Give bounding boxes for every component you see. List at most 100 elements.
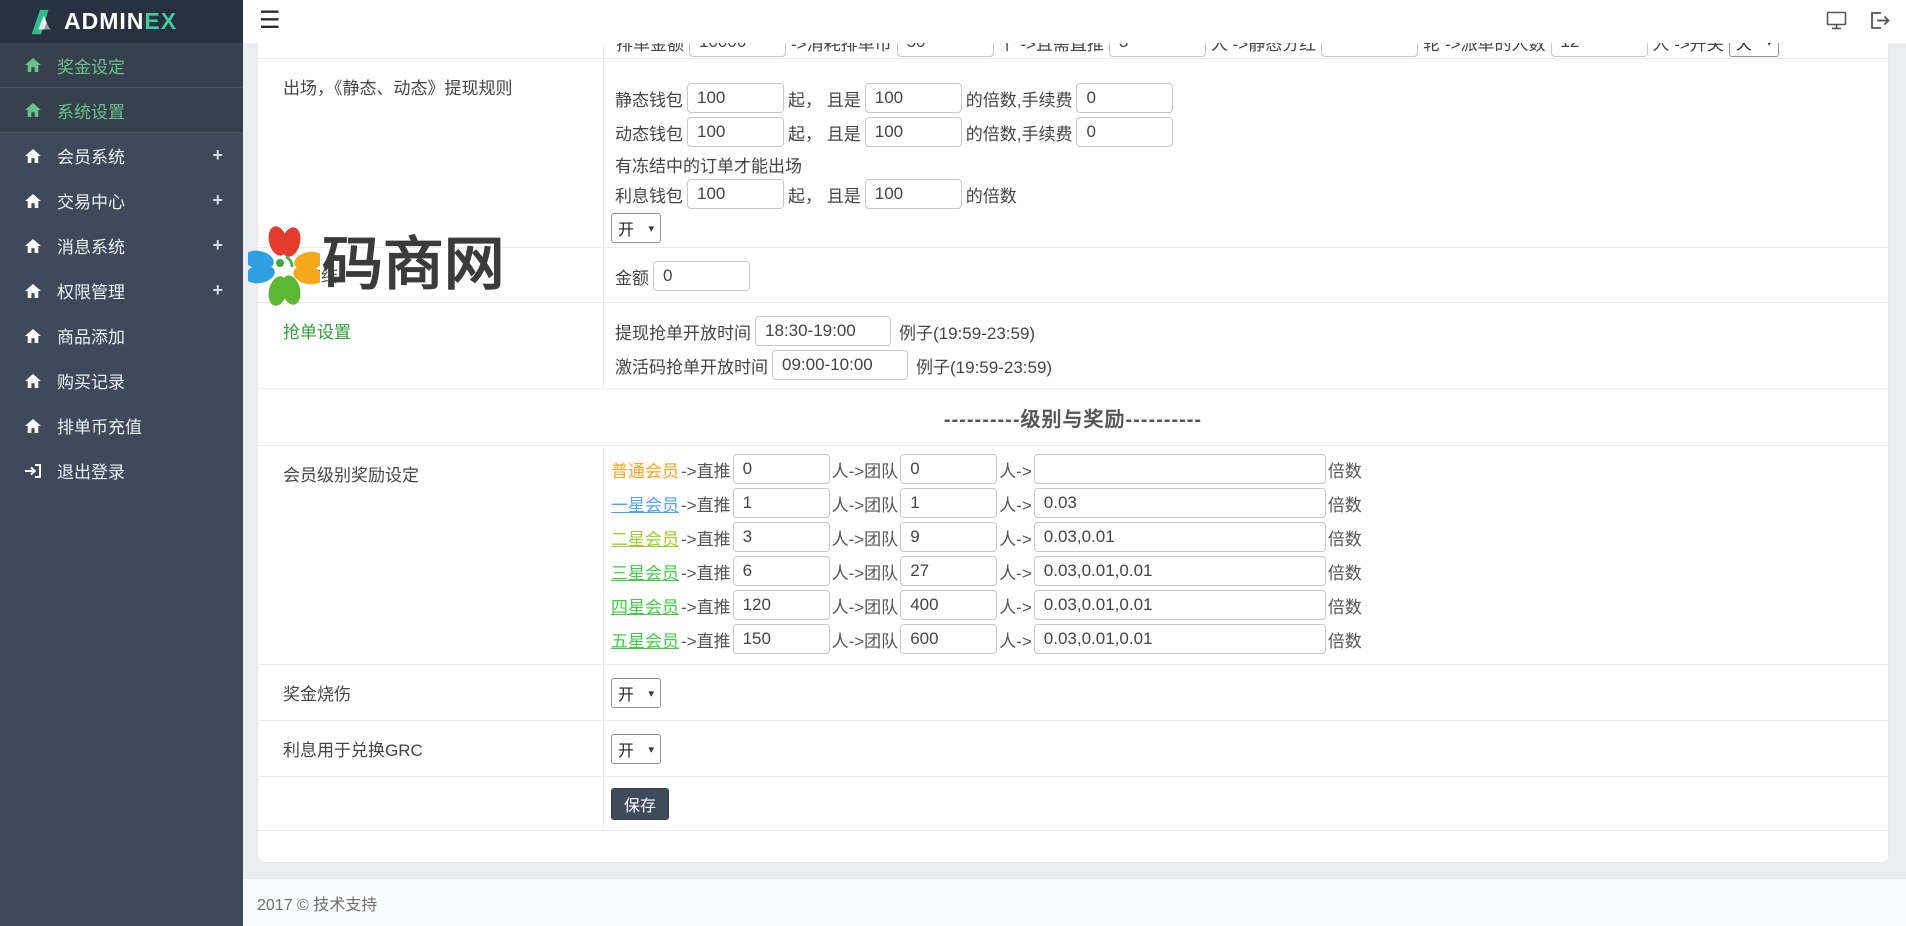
sidebar-item-label: 交易中心	[57, 193, 125, 212]
desktop-icon[interactable]	[1826, 11, 1847, 30]
dynamic-wallet-fee-input[interactable]	[1076, 117, 1174, 147]
field-label: 人->团队	[831, 495, 899, 515]
field-label: 倍数	[1327, 597, 1362, 617]
sidebar-menu: 奖金设定 系统设置 会员系统 + 交易中心 + 消息系统 + 权限管理 + 商品…	[0, 43, 243, 493]
interest-wallet-line: 利息钱包 起， 且是 的倍数	[611, 179, 1888, 209]
field-label: ->直推	[681, 529, 731, 549]
level-name: 二星会员	[611, 529, 679, 549]
level-direct-input[interactable]	[732, 556, 830, 586]
home-icon	[25, 103, 41, 117]
sidebar-item-permission-mgmt[interactable]: 权限管理 +	[0, 268, 243, 313]
field-label: 的倍数	[965, 186, 1017, 206]
field-label: 倍数	[1327, 461, 1362, 481]
sidebar-item-label: 会员系统	[57, 148, 125, 167]
chevron-down-icon: ▾	[648, 222, 654, 235]
field-label: 人->团队	[831, 461, 899, 481]
sidebar-item-system-settings[interactable]: 系统设置	[0, 88, 243, 133]
level-multiplier-input[interactable]	[1033, 454, 1326, 484]
field-label: 起， 且是	[788, 186, 861, 206]
bonus-burn-select[interactable]: 开 ▾	[611, 678, 661, 708]
sidebar-item-member-system[interactable]: 会员系统 +	[0, 133, 243, 178]
field-label: 静态钱包	[615, 90, 683, 110]
time-format-hint: 例子(19:59-23:59)	[899, 323, 1036, 343]
level-name: 一星会员	[611, 495, 679, 515]
row-interest-grc: 利息用于兑换GRC 开 ▾	[258, 720, 1888, 776]
level-row: 一星会员 ->直推 人->团队 人-> 倍数	[611, 488, 1888, 518]
sign-out-icon[interactable]	[1869, 11, 1890, 30]
dynamic-wallet-min-input[interactable]	[687, 117, 784, 147]
row-section-heading: ----------级别与奖励----------	[258, 388, 1888, 445]
activation-grab-time-input[interactable]	[772, 350, 908, 380]
field-label: 动态钱包	[615, 124, 683, 144]
field-label: 人->	[999, 461, 1032, 481]
sidebar-item-queue-coin-recharge[interactable]: 排单币充值	[0, 403, 243, 448]
sidebar-item-label: 购买记录	[57, 373, 125, 392]
sidebar: ADMINEX 奖金设定 系统设置 会员系统 + 交易中心 + 消息系统 + 权…	[0, 0, 243, 926]
row-label: 抢单设置	[258, 303, 604, 388]
level-team-input[interactable]	[900, 454, 998, 484]
row-label-cell: 冻结	[258, 248, 604, 302]
sidebar-item-trade-center[interactable]: 交易中心 +	[0, 178, 243, 223]
row-label: 出场，《静态、动态》提现规则	[258, 59, 604, 247]
hamburger-menu-icon[interactable]: ☰	[259, 7, 281, 35]
level-multiplier-input[interactable]	[1033, 624, 1326, 654]
level-row: 三星会员 ->直推 人->团队 人-> 倍数	[611, 556, 1888, 586]
sidebar-item-add-product[interactable]: 商品添加	[0, 313, 243, 358]
level-team-input[interactable]	[900, 590, 998, 620]
sidebar-item-purchase-records[interactable]: 购买记录	[0, 358, 243, 403]
static-wallet-fee-input[interactable]	[1076, 83, 1174, 113]
level-row: 普通会员 ->直推 人->团队 人-> 倍数	[611, 454, 1888, 484]
static-wallet-line: 静态钱包 起， 且是 的倍数,手续费	[611, 83, 1888, 113]
save-button[interactable]: 保存	[611, 788, 670, 820]
sidebar-item-label: 权限管理	[57, 283, 125, 302]
card-bottom-spacer	[258, 830, 1888, 863]
level-direct-input[interactable]	[732, 590, 830, 620]
app-logo: ADMINEX	[0, 0, 243, 43]
level-multiplier-input[interactable]	[1033, 590, 1326, 620]
static-wallet-min-input[interactable]	[687, 83, 784, 113]
level-direct-input[interactable]	[732, 488, 830, 518]
sidebar-item-bonus-settings[interactable]: 奖金设定	[0, 43, 243, 88]
dynamic-wallet-multiple-input[interactable]	[864, 117, 962, 147]
topbar: ☰	[243, 0, 1906, 43]
field-label: 人->	[999, 495, 1032, 515]
withdraw-grab-time-input[interactable]	[755, 316, 891, 346]
withdraw-grab-time-line: 提现抢单开放时间 例子(19:59-23:59)	[611, 316, 1888, 346]
amount-input[interactable]	[653, 261, 750, 291]
expand-plus-icon: +	[212, 235, 223, 255]
sidebar-item-message-system[interactable]: 消息系统 +	[0, 223, 243, 268]
level-direct-input[interactable]	[732, 522, 830, 552]
expand-plus-icon: +	[212, 190, 223, 210]
field-label: 起， 且是	[788, 124, 861, 144]
level-multiplier-input[interactable]	[1033, 488, 1326, 518]
level-name: 三星会员	[611, 563, 679, 583]
interest-wallet-min-input[interactable]	[687, 179, 784, 209]
sign-out-icon	[25, 463, 41, 478]
level-team-input[interactable]	[900, 522, 998, 552]
footer-copyright: 2017 © 技术支持	[257, 896, 378, 914]
static-wallet-multiple-input[interactable]	[864, 83, 962, 113]
level-direct-input[interactable]	[732, 624, 830, 654]
level-direct-input[interactable]	[732, 454, 830, 484]
interest-wallet-multiple-input[interactable]	[864, 179, 962, 209]
expand-plus-icon: +	[212, 280, 223, 300]
activation-grab-time-line: 激活码抢单开放时间 例子(19:59-23:59)	[611, 350, 1888, 380]
field-label: 人->	[999, 529, 1032, 549]
row-save: 保存	[258, 776, 1888, 830]
level-team-input[interactable]	[900, 556, 998, 586]
level-team-input[interactable]	[900, 624, 998, 654]
level-row: 二星会员 ->直推 人->团队 人-> 倍数	[611, 522, 1888, 552]
level-row: 五星会员 ->直推 人->团队 人-> 倍数	[611, 624, 1888, 654]
sidebar-item-logout[interactable]: 退出登录	[0, 448, 243, 493]
field-label: 倍数	[1327, 631, 1362, 651]
level-multiplier-input[interactable]	[1033, 556, 1326, 586]
footer: 2017 © 技术支持	[243, 878, 1906, 926]
withdraw-switch-select[interactable]: 开 ▾	[611, 213, 661, 243]
level-name: 普通会员	[611, 461, 679, 481]
home-icon	[25, 148, 41, 163]
level-multiplier-input[interactable]	[1033, 522, 1326, 552]
interest-grc-select[interactable]: 开 ▾	[611, 734, 661, 764]
field-label: 人->	[999, 563, 1032, 583]
level-team-input[interactable]	[900, 488, 998, 518]
home-icon	[25, 283, 41, 298]
